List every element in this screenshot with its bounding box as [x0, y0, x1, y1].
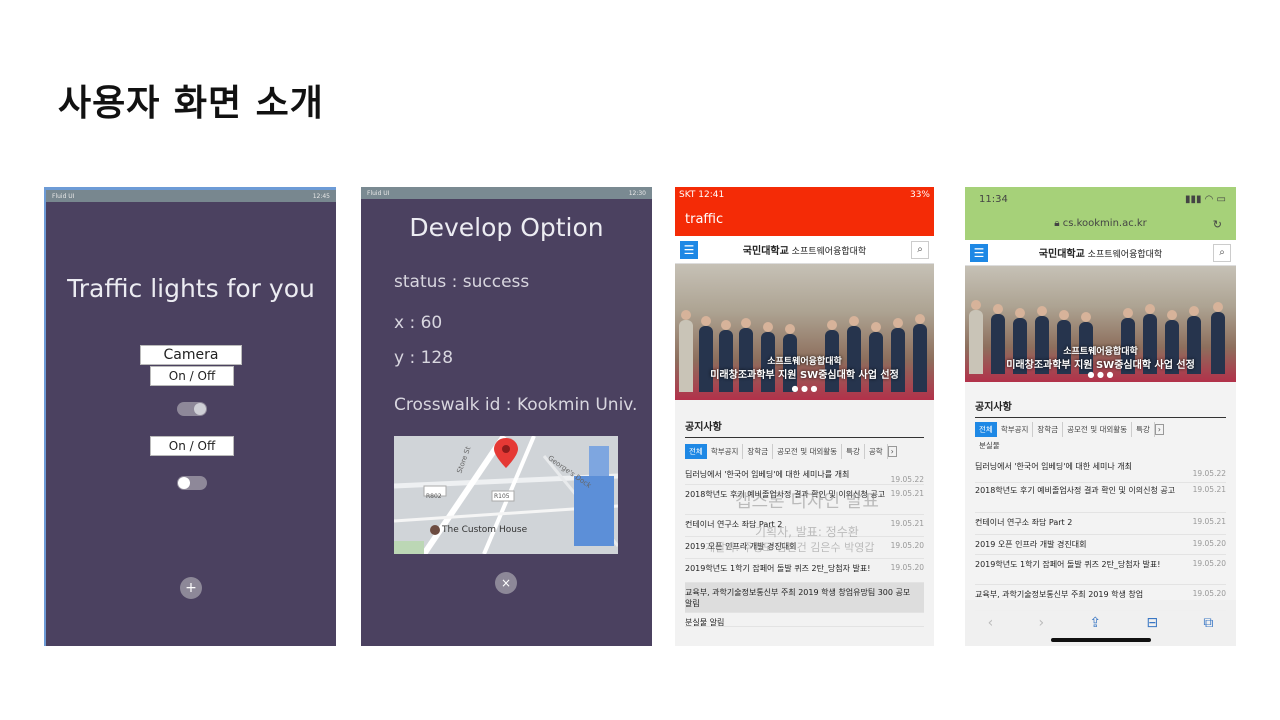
status-bar: 11:34 ▮▮▮ ◠ ▭	[979, 194, 1226, 205]
tabs-next-icon[interactable]: ›	[887, 446, 897, 457]
tab-dept[interactable]: 학부공지	[707, 444, 744, 459]
notice-tabs: 전체 학부공지 장학금 공모전 및 대외활동 특강 공학 ›	[685, 444, 924, 459]
url-bar[interactable]: 🔒︎ cs.kookmin.ac.kr ↻	[975, 218, 1226, 236]
status-carrier-time: SKT 12:41	[679, 189, 725, 200]
site-logo[interactable]: 국민대학교 소프트웨어융합대학	[698, 242, 911, 257]
search-icon[interactable]: ⌕	[1213, 243, 1231, 262]
site-header: ☰ 국민대학교 소프트웨어융합대학 ⌕	[675, 236, 934, 264]
bookmarks-icon[interactable]: ⊟	[1146, 615, 1158, 631]
status-icons: ▮▮▮ ◠ ▭	[1184, 194, 1226, 205]
list-item[interactable]: 2019학년도 1학기 잡페어 돌발 퀴즈 2탄_당첨자 발표! 19.05.20	[685, 559, 924, 583]
notice-title: 공지사항	[975, 402, 1012, 413]
overlay-caption-3: 개발자: 주형모 김신건 김은수 박영갑	[705, 541, 875, 554]
crosswalk-id: Crosswalk id : Kookmin Univ.	[394, 395, 638, 415]
status-time: 12:30	[628, 189, 646, 197]
phone-traffic-main: Fluid UI 12:45 Traffic lights for you Ca…	[44, 187, 336, 646]
notice-tabs: 전체 학부공지 장학금 공모전 및 대외활동 특강 ›	[975, 422, 1226, 437]
site-header: ☰ 국민대학교 소프트웨어융합대학 ⌕	[965, 240, 1236, 266]
toggle1-label: On / Off	[150, 366, 234, 386]
tab-lecture[interactable]: 특강	[1132, 422, 1155, 437]
menu-icon[interactable]: ☰	[970, 243, 988, 262]
camera-toggle[interactable]	[177, 402, 207, 416]
second-toggle[interactable]	[177, 476, 207, 490]
share-icon[interactable]: ⇪	[1089, 615, 1101, 631]
status-bar: Fluid UI 12:30	[361, 187, 652, 199]
hero-banner[interactable]: 소프트웨어융합대학 미래창조과학부 지원 SW중심대학 사업 선정 ● ● ●	[965, 266, 1236, 382]
tabs-icon[interactable]: ⧉	[1203, 615, 1213, 631]
status-time: 11:34	[979, 194, 1008, 205]
list-item[interactable]: 컨테이너 연구소 좌담 Part 2 19.05.21	[975, 513, 1226, 535]
tab-dept[interactable]: 학부공지	[997, 422, 1034, 437]
notice-title: 공지사항	[685, 422, 722, 433]
list-item[interactable]: 교육부, 과학기술정보통신부 주최 2019 학생 창업유망팀 300 공모 알…	[685, 583, 924, 613]
tab-all[interactable]: 전체	[685, 444, 707, 459]
tab-all[interactable]: 전체	[975, 422, 997, 437]
toggle2-label: On / Off	[150, 436, 234, 456]
y-value: y : 128	[394, 348, 454, 368]
lock-icon: 🔒︎	[1054, 218, 1060, 229]
list-item[interactable]: 딥러닝에서 '한국어 임베딩'에 대한 세미나를 개최 19.05.22	[685, 465, 924, 485]
carousel-dots[interactable]: ● ● ●	[965, 370, 1236, 379]
site-logo[interactable]: 국민대학교 소프트웨어융합대학	[988, 245, 1213, 260]
logo-main: 국민대학교	[742, 246, 789, 257]
phone-develop-option: Fluid UI 12:30 Develop Option status : s…	[361, 187, 652, 646]
road-label-r105: R105	[494, 493, 510, 500]
list-item[interactable]: 딥러닝에서 '한국어 임베딩'에 대한 세미나 개최 19.05.22	[975, 459, 1226, 483]
list-item[interactable]: 2019 오픈 인프라 개발 경진대회 19.05.20	[975, 535, 1226, 555]
back-icon[interactable]: ‹	[988, 615, 994, 631]
tabs-next-icon[interactable]: ›	[1154, 424, 1164, 435]
menu-icon[interactable]: ☰	[680, 240, 698, 259]
logo-sub: 소프트웨어융합대학	[791, 247, 867, 257]
close-button[interactable]: ×	[495, 572, 517, 594]
status-carrier: Fluid UI	[367, 189, 390, 197]
status-time: 12:45	[312, 192, 330, 200]
list-item[interactable]: 2018학년도 후기 예비졸업사정 결과 확인 및 이의신청 공고 19.05.2…	[975, 483, 1226, 513]
map-view[interactable]: R802 R105 Store St George's Dock The Cus…	[394, 436, 618, 554]
logo-main: 국민대학교	[1038, 249, 1085, 260]
list-item[interactable]: 2019학년도 1학기 잡페어 돌발 퀴즈 2탄_당첨자 발표! 19.05.20	[975, 555, 1226, 585]
list-item[interactable]: 분실물 알림	[685, 613, 924, 627]
slide-title: 사용자 화면 소개	[58, 83, 324, 124]
status-text: status : success	[394, 272, 530, 292]
logo-sub: 소프트웨어융합대학	[1087, 250, 1163, 260]
poi-label: The Custom House	[442, 525, 528, 535]
reload-icon[interactable]: ↻	[1213, 218, 1222, 231]
status-bar: Fluid UI 12:45	[46, 190, 336, 202]
tab-lost[interactable]: 분실물	[975, 438, 1004, 453]
home-indicator	[1051, 638, 1151, 642]
overlay-caption-1: 캡스톤 디자인 발표	[735, 491, 879, 512]
hero-caption-2: 미래창조과학부 지원 SW중심대학 사업 선정	[1006, 360, 1195, 371]
tab-contest[interactable]: 공모전 및 대외활동	[1063, 422, 1133, 437]
tab-eng[interactable]: 공학	[865, 444, 888, 459]
tab-lecture[interactable]: 특강	[842, 444, 865, 459]
camera-label: Camera	[140, 345, 242, 365]
app-bar-title: traffic	[675, 202, 934, 236]
overlay-caption-2: 기획자, 발표: 정수환	[755, 525, 859, 539]
hero-banner[interactable]: 소프트웨어융합대학 미래창조과학부 지원 SW중심대학 사업 선정 ● ● ●	[675, 264, 934, 400]
road-label-r802: R802	[426, 493, 442, 500]
notice-tabs-row2: 분실물	[975, 438, 1226, 453]
status-battery: 33%	[909, 189, 930, 200]
carousel-dots[interactable]: ● ● ●	[675, 384, 934, 393]
url-text: cs.kookmin.ac.kr	[1062, 218, 1147, 229]
status-bar: SKT 12:41 33%	[675, 187, 934, 202]
tab-contest[interactable]: 공모전 및 대외활동	[773, 444, 843, 459]
x-value: x : 60	[394, 313, 443, 333]
phone-web-ios: 11:34 ▮▮▮ ◠ ▭ 🔒︎ cs.kookmin.ac.kr ↻ ☰ 국민…	[965, 187, 1236, 646]
phone-web-android: SKT 12:41 33% traffic ☰ 국민대학교 소프트웨어융합대학 …	[675, 187, 934, 646]
tab-scholarship[interactable]: 장학금	[743, 444, 774, 459]
search-icon[interactable]: ⌕	[911, 240, 929, 259]
hero-caption-2: 미래창조과학부 지원 SW중심대학 사업 선정	[710, 370, 899, 381]
forward-icon[interactable]: ›	[1038, 615, 1044, 631]
add-button[interactable]: +	[180, 577, 202, 599]
app-title: Traffic lights for you	[67, 274, 315, 303]
browser-top: 11:34 ▮▮▮ ◠ ▭ 🔒︎ cs.kookmin.ac.kr ↻	[965, 187, 1236, 240]
develop-title: Develop Option	[409, 213, 604, 242]
tab-scholarship[interactable]: 장학금	[1033, 422, 1064, 437]
status-carrier: Fluid UI	[52, 192, 75, 200]
